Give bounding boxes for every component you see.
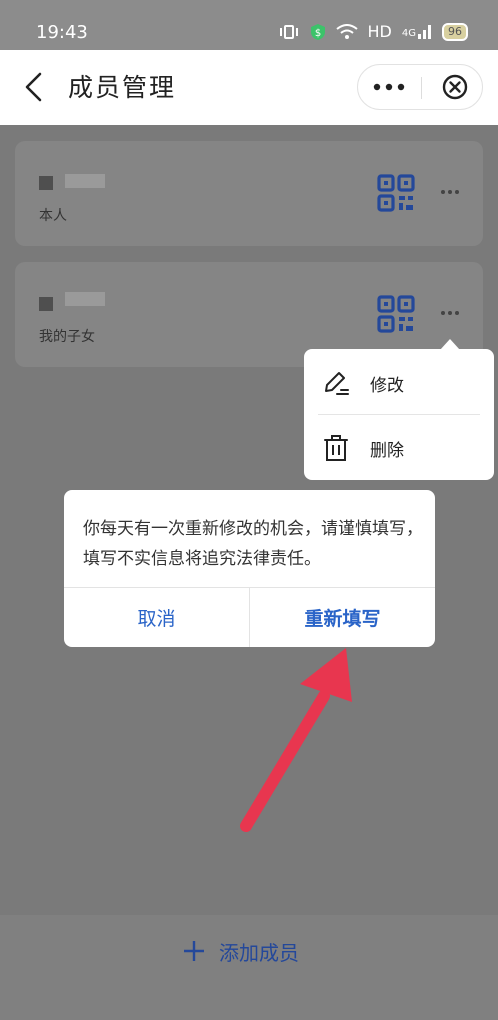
name-mask [39, 297, 53, 311]
plus-icon [184, 941, 204, 961]
dialog-message: 你每天有一次重新修改的机会，请谨慎填写，填写不实信息将追究法律责任。 [83, 519, 423, 569]
signal-label: 4G [401, 27, 416, 39]
name-mask [65, 174, 105, 188]
nav-bar: 成员管理 [0, 50, 498, 125]
add-member-label: 添加成员 [219, 940, 299, 965]
qr-code-icon[interactable] [377, 295, 415, 333]
status-bar: 19:43 $ HD 4G 96 [0, 0, 498, 50]
page-title: 成员管理 [68, 73, 177, 102]
bottom-bar: 添加成员 [0, 915, 498, 1020]
cancel-button[interactable]: 取消 [64, 588, 249, 647]
menu-item-edit[interactable]: 修改 [304, 351, 494, 415]
more-icon[interactable] [358, 65, 420, 109]
annotation-arrow-icon [240, 648, 352, 832]
name-mask [39, 176, 53, 190]
svg-text:$: $ [314, 28, 320, 39]
member-relation: 本人 [39, 208, 67, 224]
popup-menu: 修改 删除 [304, 349, 494, 480]
shield-icon: $ [310, 23, 325, 40]
refill-button[interactable]: 重新填写 [250, 588, 435, 647]
mini-program-capsule [357, 64, 483, 110]
name-mask [65, 292, 105, 306]
menu-item-delete[interactable]: 删除 [304, 416, 494, 480]
add-member-button[interactable]: 添加成员 [183, 935, 299, 967]
member-card[interactable]: 本人 [15, 141, 483, 246]
capsule-divider [421, 77, 422, 99]
signal-icon: 4G [401, 24, 432, 39]
edit-icon [325, 372, 349, 395]
battery-icon: 96 [442, 22, 468, 41]
confirm-dialog: 你每天有一次重新修改的机会，请谨慎填写，填写不实信息将追究法律责任。 取消 重新… [64, 490, 435, 647]
status-icons: $ HD 4G 96 [278, 22, 468, 41]
wifi-icon [335, 23, 358, 39]
menu-item-label: 修改 [370, 375, 404, 396]
menu-divider [318, 414, 480, 415]
more-options-icon[interactable] [435, 298, 465, 328]
qr-code-icon[interactable] [377, 174, 415, 212]
more-options-icon[interactable] [435, 177, 465, 207]
vibrate-icon [279, 24, 298, 39]
trash-icon [324, 435, 348, 461]
close-icon[interactable] [428, 65, 482, 109]
status-time: 19:43 [36, 22, 88, 43]
network-type: HD [367, 22, 392, 41]
menu-item-label: 删除 [370, 440, 404, 461]
member-relation: 我的子女 [39, 329, 95, 345]
back-arrow-icon[interactable] [20, 70, 50, 104]
